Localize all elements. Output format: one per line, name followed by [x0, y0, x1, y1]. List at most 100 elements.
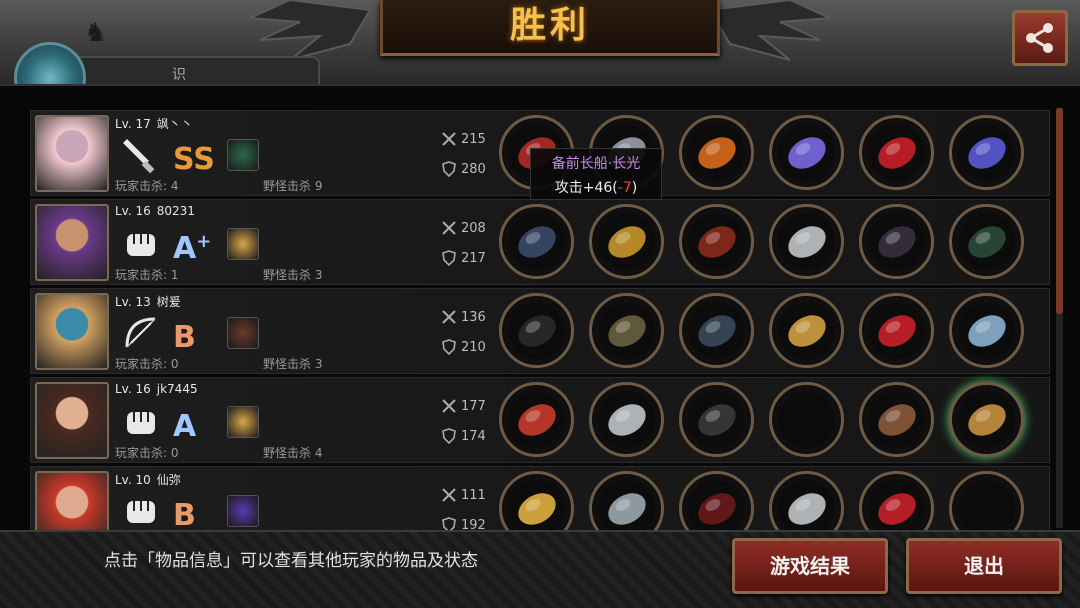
equipment-slot[interactable] [949, 204, 1024, 279]
equipment-item-icon [787, 225, 826, 258]
equipment-slot[interactable] [949, 293, 1024, 368]
attack-stat: 215 [441, 131, 486, 147]
tab-header[interactable]: 识 [70, 56, 320, 86]
player-level-name: Lv. 10 仙弥 [115, 471, 181, 488]
equipment-item-icon [967, 225, 1006, 258]
fist-icon [121, 402, 161, 442]
attack-stat: 208 [441, 220, 486, 236]
player-level-name: Lv. 13 树爰 [115, 293, 181, 310]
equipment-slot[interactable] [769, 293, 844, 368]
crossed-swords-icon [442, 132, 456, 146]
equipment-slot[interactable] [859, 204, 934, 279]
pet-icon[interactable] [227, 228, 259, 260]
monster-kills: 野怪击杀 3 [263, 268, 323, 282]
equipment-slot[interactable] [859, 382, 934, 457]
horse-silhouette-icon: ♞ [84, 18, 108, 48]
equipment-item-icon [787, 492, 826, 525]
equipment-slot[interactable] [859, 293, 934, 368]
player-row[interactable]: Lv. 13 树爰 B 玩家击杀: 0 野怪击杀 3 136 210 [30, 288, 1050, 374]
equipment-slot[interactable] [769, 115, 844, 190]
equipment-item-icon [607, 403, 646, 436]
player-name: 树爰 [156, 295, 181, 309]
player-portrait[interactable] [35, 293, 109, 370]
defense-stat: 210 [441, 339, 486, 355]
victory-screen: ♞ 胜利 识 Lv. 17 飒丶丶 SS 玩家击杀: 4 野怪击杀 9 215 2… [0, 0, 1080, 608]
crossed-swords-icon [442, 221, 456, 235]
equipment-slot[interactable] [769, 204, 844, 279]
equipment-slot[interactable] [679, 293, 754, 368]
share-icon [1026, 23, 1053, 53]
player-row[interactable]: Lv. 16 jk7445 A 玩家击杀: 0 野怪击杀 4 177 174 [30, 377, 1050, 463]
rank-grade: SS [173, 142, 215, 177]
pet-icon[interactable] [227, 317, 259, 349]
rank-grade: B [173, 498, 196, 533]
equipment-slot[interactable] [589, 293, 664, 368]
share-button[interactable] [1012, 10, 1068, 66]
rank-grade: A+ [173, 231, 212, 266]
equipment-slot[interactable] [769, 382, 844, 457]
equipment-item-icon [517, 314, 556, 347]
rank-grade: A [173, 409, 197, 444]
player-kills: 玩家击杀: 4 [115, 179, 179, 193]
equipment-slots [499, 382, 1024, 457]
equipment-item-icon [697, 492, 736, 525]
tooltip-item-name: 备前长船·长光 [551, 156, 641, 172]
attack-value: 208 [461, 220, 486, 236]
equipment-slots [499, 293, 1024, 368]
game-result-button[interactable]: 游戏结果 [732, 538, 888, 594]
scrollbar-thumb[interactable] [1056, 108, 1063, 314]
equipment-slot[interactable] [859, 115, 934, 190]
exit-button[interactable]: 退出 [906, 538, 1062, 594]
monster-kills: 野怪击杀 3 [263, 357, 323, 371]
right-wing-ornament [710, 0, 830, 61]
equipment-slot[interactable] [499, 293, 574, 368]
victory-banner: 胜利 [380, 0, 720, 56]
knife-icon [121, 135, 161, 175]
equipment-item-icon [607, 492, 646, 525]
player-portrait[interactable] [35, 115, 109, 192]
equipment-slot[interactable] [679, 382, 754, 457]
equipment-item-icon [967, 136, 1006, 169]
fist-icon [121, 491, 161, 531]
equipment-slot[interactable] [589, 382, 664, 457]
pet-icon[interactable] [227, 495, 259, 527]
equipment-slot[interactable] [679, 115, 754, 190]
attack-stat: 177 [441, 398, 486, 414]
player-kills: 玩家击杀: 0 [115, 446, 179, 460]
equipment-item-icon [697, 314, 736, 347]
equipment-item-icon [877, 403, 916, 436]
attack-value: 177 [461, 398, 486, 414]
fist-icon [121, 224, 161, 264]
pet-icon[interactable] [227, 406, 259, 438]
equipment-slot[interactable] [679, 204, 754, 279]
equipment-item-icon [517, 225, 556, 258]
player-level-name: Lv. 17 飒丶丶 [115, 115, 193, 132]
equipment-item-icon [697, 225, 736, 258]
monster-kills: 野怪击杀 4 [263, 446, 323, 460]
equipment-slot[interactable] [589, 204, 664, 279]
victory-title: 胜利 [509, 5, 590, 46]
tab-label: 识 [172, 67, 186, 83]
defense-stat: 280 [441, 161, 486, 177]
equipment-slot[interactable] [949, 382, 1024, 457]
player-row[interactable]: Lv. 16 80231 A+ 玩家击杀: 1 野怪击杀 3 208 217 [30, 199, 1050, 285]
equipment-slot[interactable] [499, 382, 574, 457]
equipment-item-icon [787, 314, 826, 347]
equipment-slot[interactable] [949, 115, 1024, 190]
defense-value: 217 [461, 250, 486, 266]
shield-icon [442, 428, 456, 444]
pet-icon[interactable] [227, 139, 259, 171]
attack-value: 136 [461, 309, 486, 325]
player-level: Lv. 16 [115, 382, 151, 396]
tooltip-stat: 攻击+46(-7) [554, 180, 638, 196]
player-portrait[interactable] [35, 382, 109, 459]
player-level: Lv. 17 [115, 117, 151, 131]
equipment-item-icon [607, 314, 646, 347]
shield-icon [442, 161, 456, 177]
equipment-item-icon [877, 136, 916, 169]
equipment-slot[interactable] [499, 204, 574, 279]
player-kills: 玩家击杀: 1 [115, 268, 179, 282]
item-tooltip: 备前长船·长光 攻击+46(-7) [530, 148, 662, 200]
player-level-name: Lv. 16 80231 [115, 204, 195, 218]
player-portrait[interactable] [35, 204, 109, 281]
